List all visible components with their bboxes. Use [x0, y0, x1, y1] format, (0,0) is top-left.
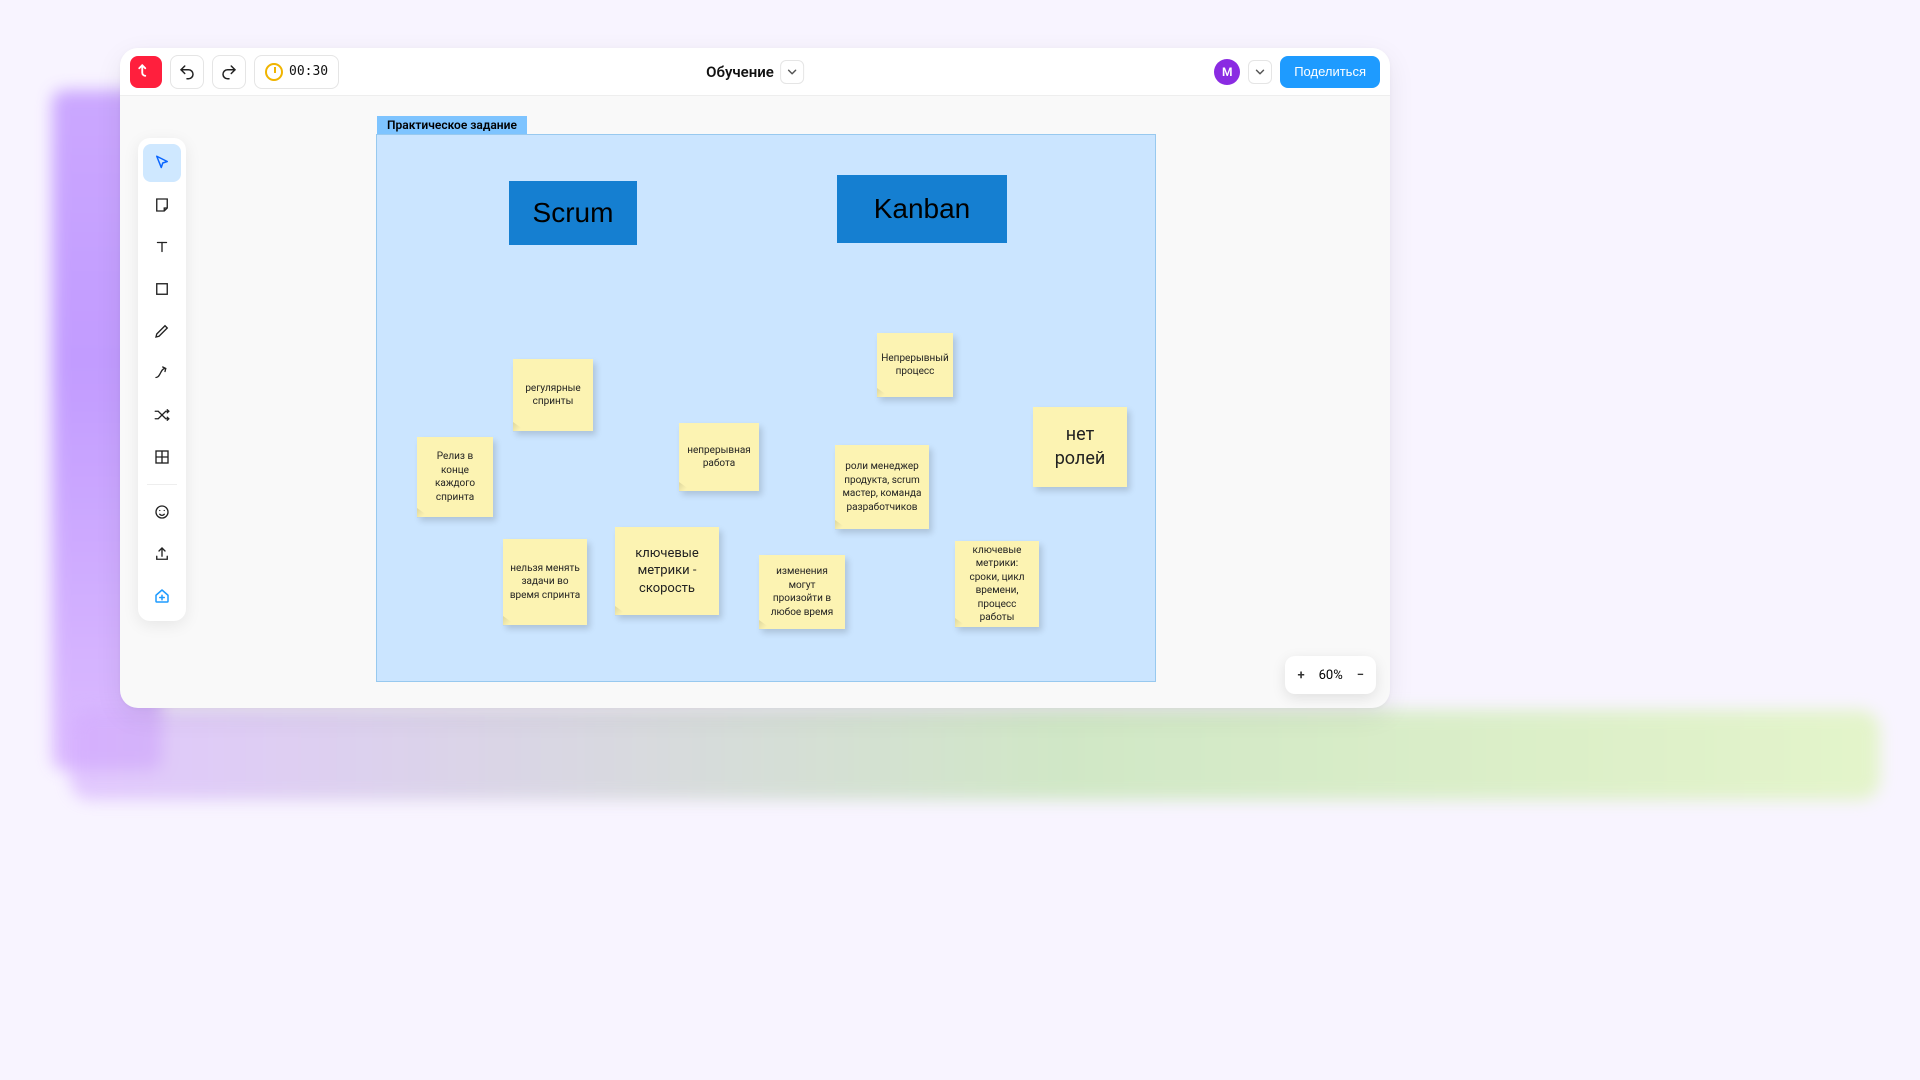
sticky-no-task-change[interactable]: нельзя менять задачи во время спринта	[503, 539, 587, 625]
frame-label[interactable]: Практическое задание	[377, 116, 527, 134]
sticky-roles[interactable]: роли менеджер продукта, scrum мастер, ко…	[835, 445, 929, 529]
timer-icon	[265, 63, 283, 81]
canvas[interactable]: Практическое задание Scrum Kanban Релиз …	[120, 96, 1390, 708]
sticky-continuous-work[interactable]: непрерывная работа	[679, 423, 759, 491]
timer-chip[interactable]: 00:30	[254, 55, 339, 89]
sticky-text: Релиз в конце каждого спринта	[423, 450, 487, 504]
undo-icon	[178, 63, 196, 81]
sticky-metrics-times[interactable]: ключевые метрики: сроки, цикл времени, п…	[955, 541, 1039, 627]
sticky-changes-anytime[interactable]: изменения могут произойти в любое время	[759, 555, 845, 629]
sticky-text: нет ролей	[1039, 423, 1121, 472]
sticky-text: роли менеджер продукта, scrum мастер, ко…	[841, 460, 923, 514]
share-button[interactable]: Поделиться	[1280, 56, 1380, 88]
kanban-header-text: Kanban	[874, 193, 971, 225]
sticky-text: изменения могут произойти в любое время	[765, 565, 839, 619]
sticky-metrics-velocity[interactable]: ключевые метрики - скорость	[615, 527, 719, 615]
redo-icon	[220, 63, 238, 81]
scrum-header-card[interactable]: Scrum	[509, 181, 637, 245]
user-avatar[interactable]: M	[1214, 59, 1240, 85]
sticky-text: ключевые метрики - скорость	[621, 545, 713, 598]
logo-icon	[137, 63, 155, 81]
redo-button[interactable]	[212, 55, 246, 89]
chevron-down-icon	[785, 65, 799, 79]
zoom-control: + 60% −	[1285, 656, 1376, 694]
board-frame[interactable]: Scrum Kanban Релиз в конце каждого сприн…	[376, 134, 1156, 682]
sticky-text: ключевые метрики: сроки, цикл времени, п…	[961, 544, 1033, 625]
timer-value: 00:30	[289, 64, 328, 79]
undo-button[interactable]	[170, 55, 204, 89]
topbar-right: M Поделиться	[1214, 56, 1380, 88]
user-menu[interactable]	[1248, 60, 1272, 84]
chevron-down-icon	[1253, 65, 1267, 79]
sticky-text: регулярные спринты	[519, 382, 587, 409]
sticky-release-each-sprint[interactable]: Релиз в конце каждого спринта	[417, 437, 493, 517]
zoom-in-button[interactable]: +	[1297, 668, 1304, 683]
app-window: 00:30 Обучение M Поделиться	[120, 48, 1390, 708]
avatar-letter: M	[1222, 65, 1233, 79]
board-title[interactable]: Обучение	[706, 63, 774, 81]
sticky-continuous-process[interactable]: Непрерывный процесс	[877, 333, 953, 397]
zoom-level[interactable]: 60%	[1319, 668, 1343, 683]
background-accent-bottom	[70, 710, 1880, 800]
scrum-header-text: Scrum	[533, 197, 614, 229]
board-title-group: Обучение	[706, 60, 804, 84]
kanban-header-card[interactable]: Kanban	[837, 175, 1007, 243]
sticky-text: Непрерывный процесс	[881, 352, 949, 379]
app-logo[interactable]	[130, 56, 162, 88]
topbar: 00:30 Обучение M Поделиться	[120, 48, 1390, 96]
sticky-no-roles[interactable]: нет ролей	[1033, 407, 1127, 487]
zoom-out-button[interactable]: −	[1357, 668, 1364, 683]
board-title-menu[interactable]	[780, 60, 804, 84]
sticky-regular-sprints[interactable]: регулярные спринты	[513, 359, 593, 431]
sticky-text: непрерывная работа	[685, 444, 753, 471]
sticky-text: нельзя менять задачи во время спринта	[509, 562, 581, 603]
